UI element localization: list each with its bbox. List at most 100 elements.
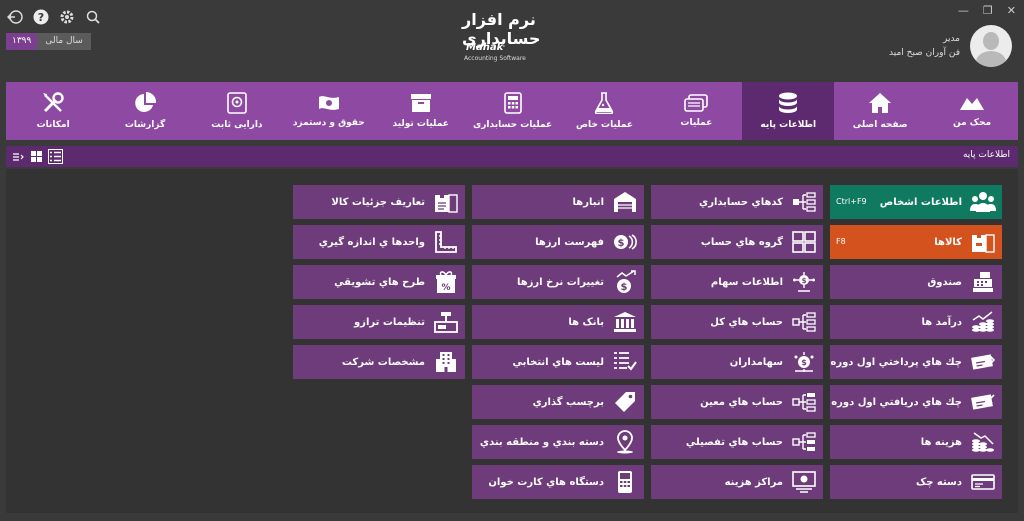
- tab-calculator[interactable]: عملیات حسابداری: [467, 82, 559, 140]
- tile-label: گروه هاي حساب: [700, 236, 783, 248]
- logo-english-text: Mahak: [466, 42, 504, 53]
- pie-chart-icon: [134, 92, 157, 114]
- tile-account-groups[interactable]: گروه هاي حساب: [651, 225, 823, 259]
- warehouse-icon: [612, 189, 638, 215]
- collapse-icon[interactable]: [10, 149, 25, 164]
- avatar[interactable]: [970, 25, 1012, 67]
- svg-text:$: $: [618, 238, 625, 249]
- tile-item-details[interactable]: تعاريف جزئيات كالا: [293, 185, 465, 219]
- tab-home[interactable]: صفحه اصلی: [834, 82, 926, 140]
- money-icon: [318, 94, 340, 112]
- cash-register-icon: [970, 269, 996, 295]
- grid-view-icon[interactable]: [29, 149, 44, 164]
- tab-label: گزارشات: [124, 120, 166, 130]
- tile-label: فهرست ارزها: [535, 236, 604, 248]
- tile-label: بانک ها: [568, 316, 604, 328]
- search-icon[interactable]: [84, 8, 102, 26]
- mahak-logo: نرم افزار حسابداری Mahak Accounting Soft…: [462, 10, 562, 64]
- tab-operations[interactable]: عملیات: [650, 82, 742, 140]
- tile-ruler[interactable]: واحدها ي اندازه گيري: [293, 225, 465, 259]
- tile-scale[interactable]: تنظيمات ترازو: [293, 305, 465, 339]
- tile-cost-centers[interactable]: مراكز هزينه: [651, 465, 823, 499]
- tile-checkbook[interactable]: دسته چک: [830, 465, 1002, 499]
- tile-promotion[interactable]: % طرح هاي تشويقي: [293, 265, 465, 299]
- tab-database[interactable]: اطلاعات پایه: [742, 82, 835, 140]
- pos-icon: [612, 469, 638, 495]
- tile-detailed-accounts[interactable]: حساب هاي تفصيلي: [651, 425, 823, 459]
- general-accounts-icon: [791, 309, 817, 335]
- tile-general-accounts[interactable]: حساب هاي کل: [651, 305, 823, 339]
- tab-label: صفحه اصلی: [852, 120, 908, 130]
- fiscal-year-selector[interactable]: ۱۳۹۹ سال مالی: [6, 33, 91, 50]
- tile-bank[interactable]: بانک ها: [472, 305, 644, 339]
- tab-box[interactable]: عملیات تولید: [375, 82, 467, 140]
- checkbook-icon: [970, 469, 996, 495]
- tile-cash-register[interactable]: صندوق: [830, 265, 1002, 299]
- tile-label: حساب هاي معين: [700, 396, 783, 408]
- tile-label: دسته بندي و منطقه بندي: [479, 436, 604, 448]
- tile-label: حساب هاي کل: [710, 316, 783, 328]
- avatar-head: [983, 32, 999, 50]
- item-details-icon: [433, 189, 459, 215]
- tile-paid-check[interactable]: چك هاي پرداختي اول دوره: [830, 345, 1002, 379]
- tab-flask[interactable]: عملیات خاص: [559, 82, 651, 140]
- help-icon[interactable]: ?: [32, 8, 50, 26]
- logout-icon[interactable]: [6, 8, 24, 26]
- tile-received-check[interactable]: چك هاي دريافتي اول دوره: [830, 385, 1002, 419]
- minimize-icon[interactable]: —: [958, 4, 969, 17]
- tab-pie-chart[interactable]: گزارشات: [99, 82, 191, 140]
- maximize-icon[interactable]: ❐: [983, 4, 993, 17]
- fiscal-year-value: ۱۳۹۹: [6, 33, 38, 50]
- tile-location[interactable]: دسته بندي و منطقه بندي: [472, 425, 644, 459]
- tile-label: برچسب گذاري: [532, 396, 604, 408]
- tab-mahak[interactable]: محک من: [926, 82, 1018, 140]
- tile-shareholders[interactable]: $ سهامداران: [651, 345, 823, 379]
- currency-rate-icon: $: [612, 269, 638, 295]
- tile-people[interactable]: اطلاعات اشخاص Ctrl+F9: [830, 185, 1002, 219]
- specific-accounts-icon: [791, 389, 817, 415]
- tile-label: مشخصات شركت: [341, 356, 425, 368]
- tile-goods[interactable]: کالاها F8: [830, 225, 1002, 259]
- tile-currency-list[interactable]: $ فهرست ارزها: [472, 225, 644, 259]
- tab-safe[interactable]: دارایی ثابت: [191, 82, 283, 140]
- shareholders-icon: $: [791, 349, 817, 375]
- expense-icon: [970, 429, 996, 455]
- tab-money[interactable]: حقوق و دستمزد: [283, 82, 375, 140]
- tile-currency-rate[interactable]: $ تغييرات نرخ ارزها: [472, 265, 644, 299]
- close-icon[interactable]: ✕: [1007, 4, 1016, 17]
- tile-tag[interactable]: برچسب گذاري: [472, 385, 644, 419]
- tile-shares[interactable]: $ اطلاعات سهام: [651, 265, 823, 299]
- tile-label: هزينه ها: [920, 436, 962, 448]
- list-view-icon[interactable]: [48, 149, 63, 164]
- company-name: فن آوران صبح امید: [889, 48, 960, 58]
- tab-label: محک من: [953, 118, 992, 128]
- income-icon: [970, 309, 996, 335]
- tile-pos[interactable]: دستگاه هاي کارت خوان: [472, 465, 644, 499]
- tile-label: اطلاعات سهام: [710, 276, 783, 288]
- tools-icon: [42, 92, 64, 114]
- mahak-icon: [959, 94, 985, 112]
- tile-specific-accounts[interactable]: حساب هاي معين: [651, 385, 823, 419]
- tile-company[interactable]: مشخصات شركت: [293, 345, 465, 379]
- tab-label: عملیات حسابداری: [473, 120, 553, 130]
- tab-label: عملیات خاص: [575, 120, 634, 130]
- fiscal-year-label: سال مالی: [37, 33, 91, 50]
- svg-text:$: $: [802, 277, 807, 285]
- tile-account-codes[interactable]: كدهاي حسابداري: [651, 185, 823, 219]
- shortcut-hint: F8: [836, 237, 846, 246]
- svg-text:$: $: [801, 358, 807, 367]
- tile-label: تعاريف جزئيات كالا: [331, 196, 425, 208]
- tile-checklist[interactable]: ليست هاي انتخابي: [472, 345, 644, 379]
- settings-icon[interactable]: [58, 8, 76, 26]
- tab-tools[interactable]: امکانات: [7, 82, 99, 140]
- tile-expense[interactable]: هزينه ها: [830, 425, 1002, 459]
- logo-subtitle: Accounting Software: [464, 55, 526, 62]
- paid-check-icon: [970, 349, 996, 375]
- currency-list-icon: $: [612, 229, 638, 255]
- people-icon: [970, 189, 996, 215]
- tile-income[interactable]: درآمد ها: [830, 305, 1002, 339]
- tile-warehouse[interactable]: انبارها: [472, 185, 644, 219]
- database-icon: [778, 92, 798, 114]
- account-groups-icon: [791, 229, 817, 255]
- tile-label: مراكز هزينه: [724, 476, 783, 488]
